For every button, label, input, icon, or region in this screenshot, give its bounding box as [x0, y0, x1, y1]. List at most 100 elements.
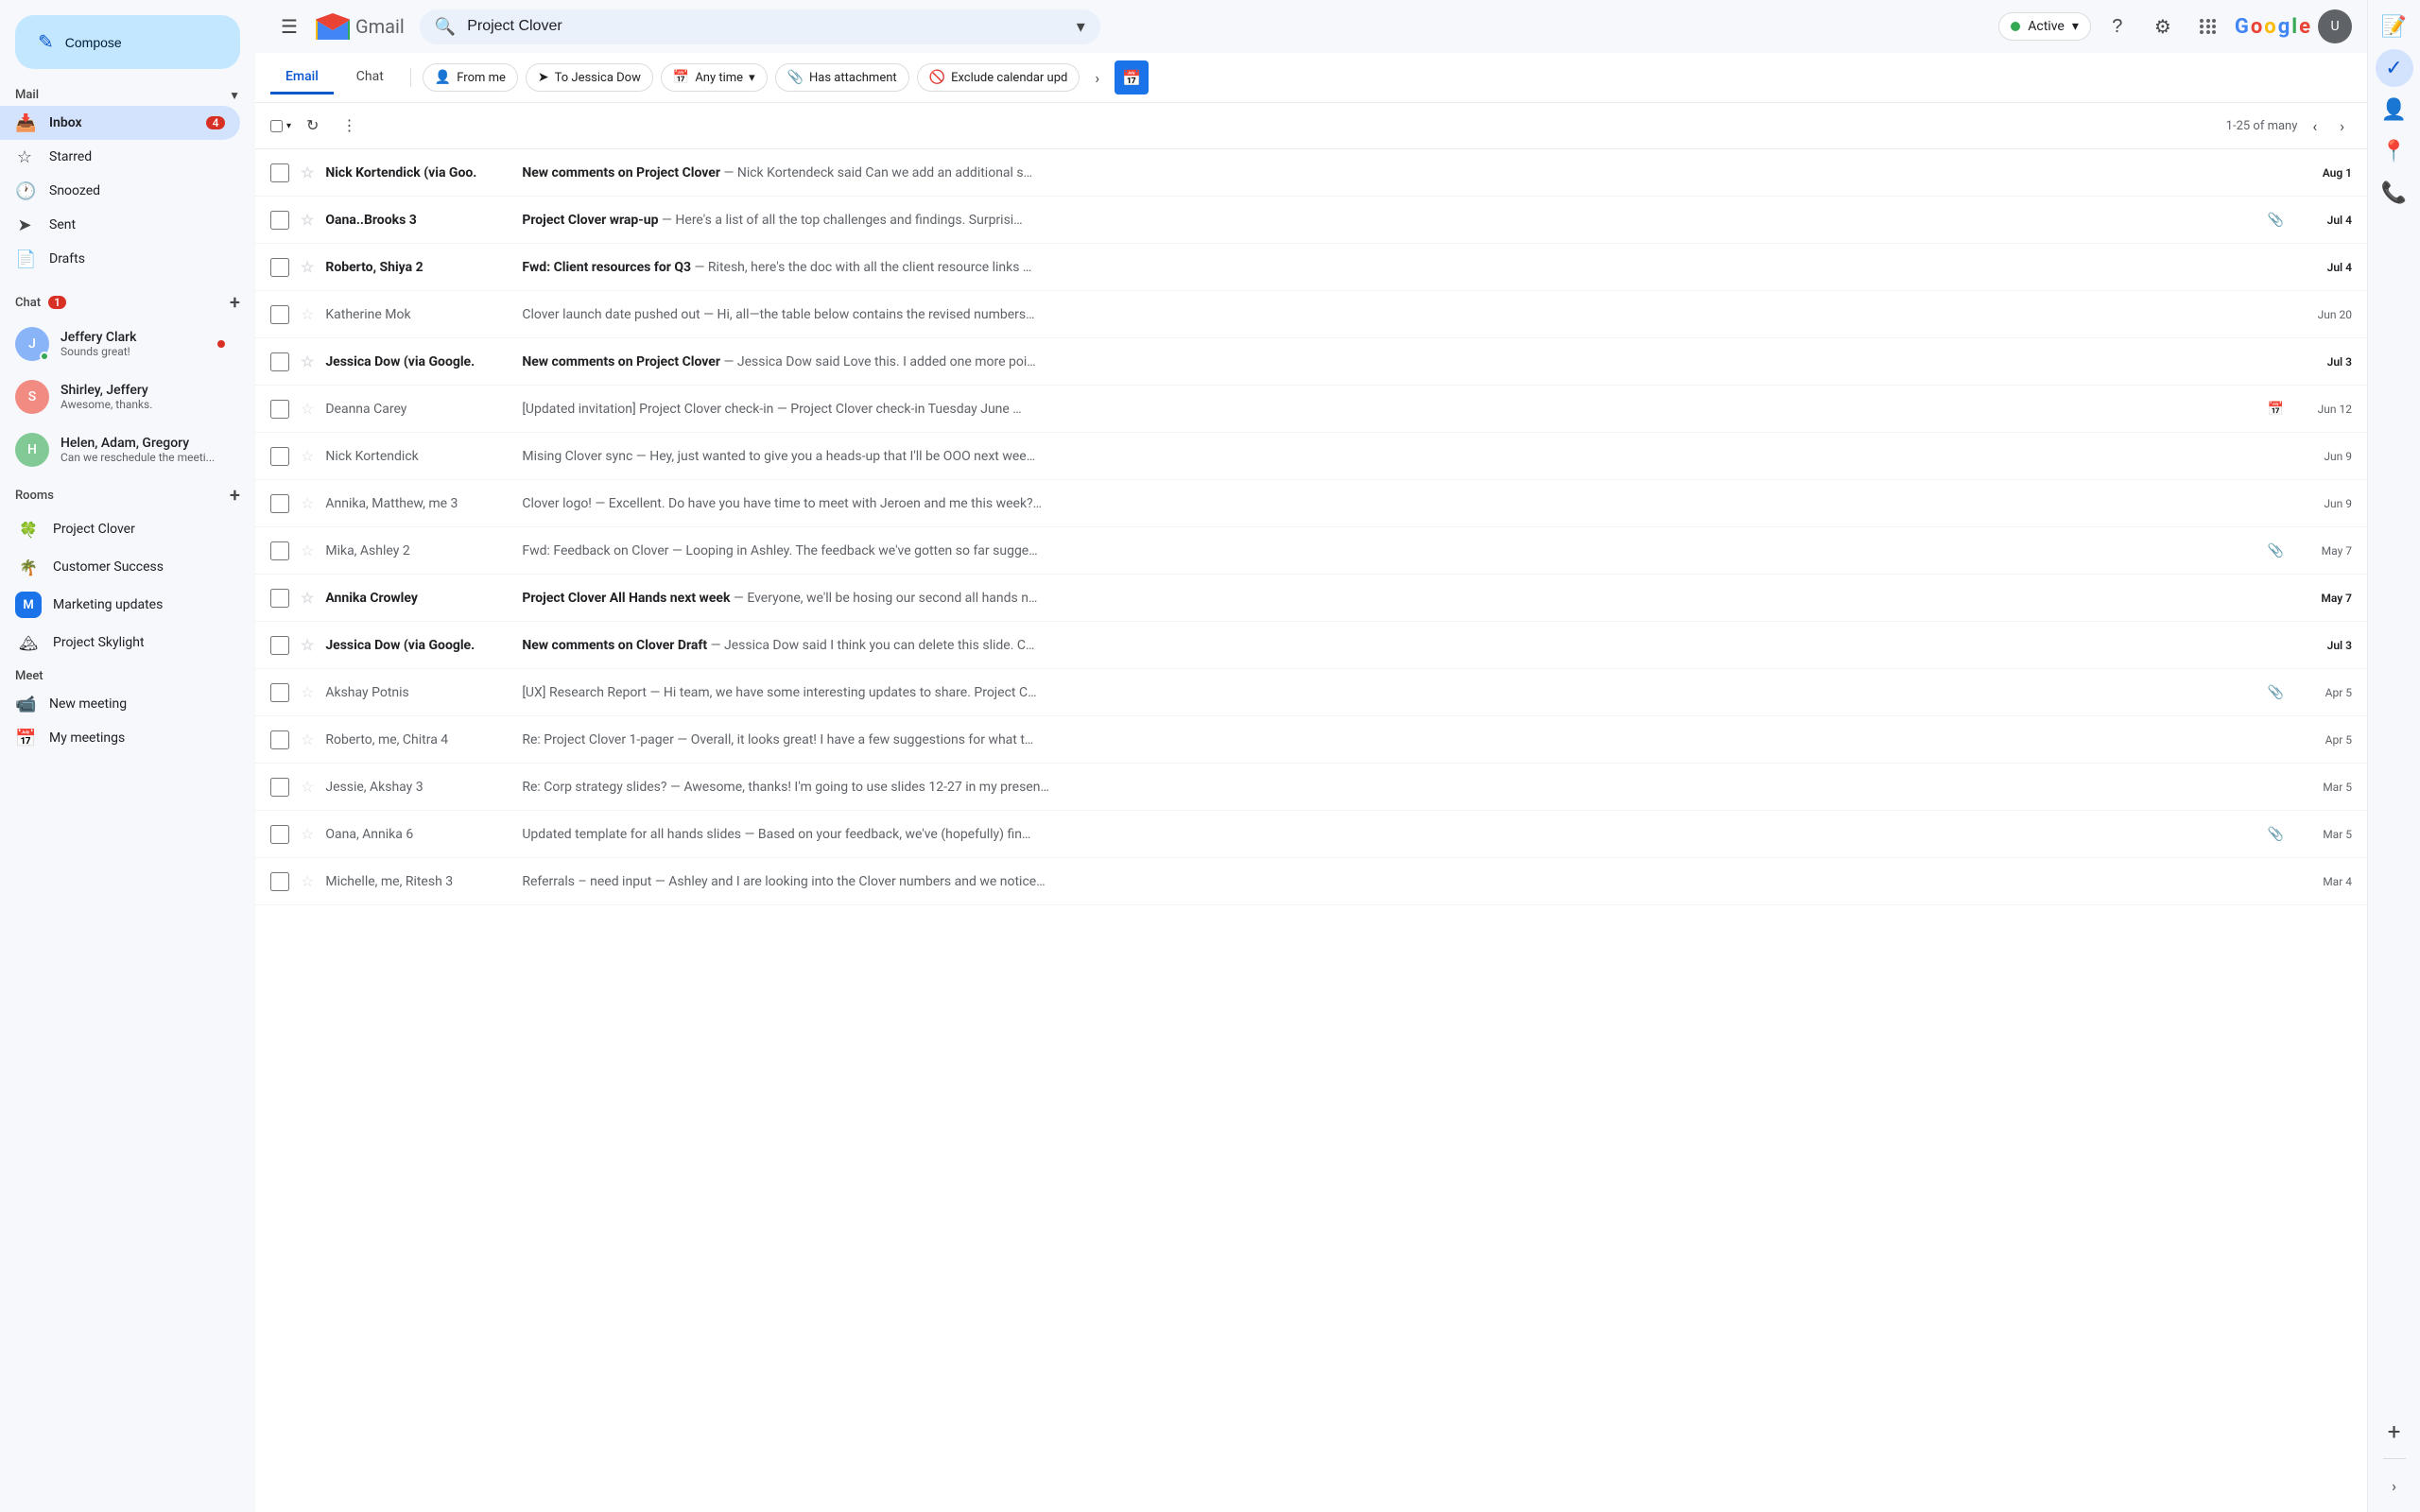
tasks-icon[interactable]: ✓ [2376, 49, 2413, 87]
email-checkbox[interactable] [270, 778, 289, 797]
select-dropdown-icon[interactable]: ▾ [286, 121, 291, 131]
star-icon[interactable]: ☆ [301, 778, 314, 796]
tab-chat[interactable]: Chat [341, 61, 399, 94]
more-filters-button[interactable]: › [1087, 63, 1107, 93]
settings-button[interactable]: ⚙ [2144, 8, 2182, 45]
compose-button[interactable]: ✎ Compose [15, 15, 240, 69]
sidebar-item-my-meetings[interactable]: 📅 My meetings [0, 721, 240, 755]
star-icon[interactable]: ☆ [301, 683, 314, 701]
refresh-button[interactable]: ↻ [299, 111, 326, 141]
expand-icon[interactable]: › [2376, 1467, 2413, 1504]
filter-chip-from-me[interactable]: 👤 From me [423, 63, 518, 92]
sidebar-item-drafts[interactable]: 📄 Drafts [0, 242, 240, 276]
email-checkbox[interactable] [270, 541, 289, 560]
star-icon[interactable]: ☆ [301, 541, 314, 559]
hamburger-menu[interactable]: ☰ [270, 8, 308, 45]
filter-chip-to-jessica[interactable]: ➤ To Jessica Dow [526, 63, 653, 92]
phone-icon[interactable]: 📞 [2376, 174, 2413, 212]
email-checkbox[interactable] [270, 447, 289, 466]
email-checkbox[interactable] [270, 211, 289, 230]
help-button[interactable]: ? [2099, 8, 2136, 45]
search-input[interactable] [467, 18, 1065, 35]
chat-item-shirley[interactable]: S Shirley, Jeffery Awesome, thanks. [0, 370, 240, 423]
chat-item-helen[interactable]: H Helen, Adam, Gregory Can we reschedule… [0, 423, 240, 476]
email-checkbox[interactable] [270, 730, 289, 749]
star-icon[interactable]: ☆ [301, 494, 314, 512]
more-options-button[interactable]: ⋮ [334, 111, 364, 141]
room-project-clover[interactable]: 🍀 Project Clover [0, 510, 240, 548]
rooms-section-header[interactable]: Rooms + [0, 476, 255, 510]
room-customer-success[interactable]: 🌴 Customer Success [0, 548, 240, 586]
email-checkbox[interactable] [270, 636, 289, 655]
email-row[interactable]: ☆ Mika, Ashley 2 Fwd: Feedback on Clover… [255, 527, 2367, 575]
star-icon[interactable]: ☆ [301, 211, 314, 229]
star-icon[interactable]: ☆ [301, 447, 314, 465]
email-row[interactable]: ☆ Nick Kortendick (via Goo. New comments… [255, 149, 2367, 197]
email-checkbox[interactable] [270, 163, 289, 182]
calendar-icon-right[interactable]: 📅 [1115, 60, 1149, 94]
sidebar-item-starred[interactable]: ☆ Starred [0, 140, 240, 174]
email-row[interactable]: ☆ Jessica Dow (via Google. New comments … [255, 622, 2367, 669]
star-icon[interactable]: ☆ [301, 825, 314, 843]
email-row[interactable]: ☆ Roberto, Shiya 2 Fwd: Client resources… [255, 244, 2367, 291]
filter-chip-any-time[interactable]: 📅 Any time ▾ [661, 63, 768, 92]
sidebar-item-snoozed[interactable]: 🕐 Snoozed [0, 174, 240, 208]
meet-section-header[interactable]: Meet [0, 662, 255, 687]
email-row[interactable]: ☆ Akshay Potnis [UX] Research Report — H… [255, 669, 2367, 716]
email-checkbox[interactable] [270, 825, 289, 844]
email-checkbox[interactable] [270, 589, 289, 608]
email-row[interactable]: ☆ Michelle, me, Ritesh 3 Referrals – nee… [255, 858, 2367, 905]
email-sender: Jessie, Akshay 3 [325, 780, 514, 795]
star-icon[interactable]: ☆ [301, 636, 314, 654]
email-row[interactable]: ☆ Roberto, me, Chitra 4 Re: Project Clov… [255, 716, 2367, 764]
star-icon[interactable]: ☆ [301, 872, 314, 890]
star-icon[interactable]: ☆ [301, 305, 314, 323]
email-row[interactable]: ☆ Jessica Dow (via Google. New comments … [255, 338, 2367, 386]
star-icon[interactable]: ☆ [301, 258, 314, 276]
contacts-icon[interactable]: 👤 [2376, 91, 2413, 129]
search-expand-icon[interactable]: ▾ [1077, 17, 1085, 37]
email-checkbox[interactable] [270, 258, 289, 277]
email-row[interactable]: ☆ Oana, Annika 6 Updated template for al… [255, 811, 2367, 858]
next-page-button[interactable]: › [2332, 112, 2352, 141]
sidebar-item-new-meeting[interactable]: 📹 New meeting [0, 687, 240, 721]
user-avatar[interactable]: U [2318, 9, 2352, 43]
email-row[interactable]: ☆ Jessie, Akshay 3 Re: Corp strategy sli… [255, 764, 2367, 811]
mail-section-header[interactable]: Mail ▼ [0, 84, 255, 106]
apps-button[interactable] [2189, 8, 2227, 45]
star-icon[interactable]: ☆ [301, 730, 314, 748]
add-icon[interactable]: + [2376, 1413, 2413, 1451]
email-checkbox[interactable] [270, 683, 289, 702]
email-checkbox[interactable] [270, 872, 289, 891]
prev-page-button[interactable]: ‹ [2305, 112, 2325, 141]
status-button[interactable]: Active ▾ [1998, 12, 2091, 41]
chat-add-icon[interactable]: + [230, 291, 240, 314]
star-icon[interactable]: ☆ [301, 589, 314, 607]
email-checkbox[interactable] [270, 352, 289, 371]
filter-chip-exclude-calendar[interactable]: 🚫 Exclude calendar upd [917, 63, 1080, 92]
select-all-checkbox[interactable] [270, 120, 283, 132]
chat-section-header[interactable]: Chat 1 + [0, 284, 255, 318]
keep-icon[interactable]: 📝 [2376, 8, 2413, 45]
email-row[interactable]: ☆ Annika, Matthew, me 3 Clover logo! — E… [255, 480, 2367, 527]
room-project-skylight[interactable]: 🏔 Project Skylight [0, 624, 240, 662]
email-row[interactable]: ☆ Katherine Mok Clover launch date pushe… [255, 291, 2367, 338]
sidebar-item-sent[interactable]: ➤ Sent [0, 208, 240, 242]
rooms-add-icon[interactable]: + [230, 484, 240, 507]
room-marketing-updates[interactable]: M Marketing updates [0, 586, 240, 624]
email-row[interactable]: ☆ Deanna Carey [Updated invitation] Proj… [255, 386, 2367, 433]
email-checkbox[interactable] [270, 400, 289, 419]
email-row[interactable]: ☆ Oana..Brooks 3 Project Clover wrap-up … [255, 197, 2367, 244]
sidebar-item-inbox[interactable]: 📥 Inbox 4 [0, 106, 240, 140]
chat-item-jeffery[interactable]: J Jeffery Clark Sounds great! [0, 318, 240, 370]
maps-icon[interactable]: 📍 [2376, 132, 2413, 170]
email-checkbox[interactable] [270, 494, 289, 513]
email-checkbox[interactable] [270, 305, 289, 324]
star-icon[interactable]: ☆ [301, 352, 314, 370]
email-row[interactable]: ☆ Annika Crowley Project Clover All Hand… [255, 575, 2367, 622]
filter-chip-has-attachment[interactable]: 📎 Has attachment [775, 63, 909, 92]
star-icon[interactable]: ☆ [301, 400, 314, 418]
tab-email[interactable]: Email [270, 61, 334, 94]
email-row[interactable]: ☆ Nick Kortendick Mising Clover sync — H… [255, 433, 2367, 480]
star-icon[interactable]: ☆ [301, 163, 314, 181]
